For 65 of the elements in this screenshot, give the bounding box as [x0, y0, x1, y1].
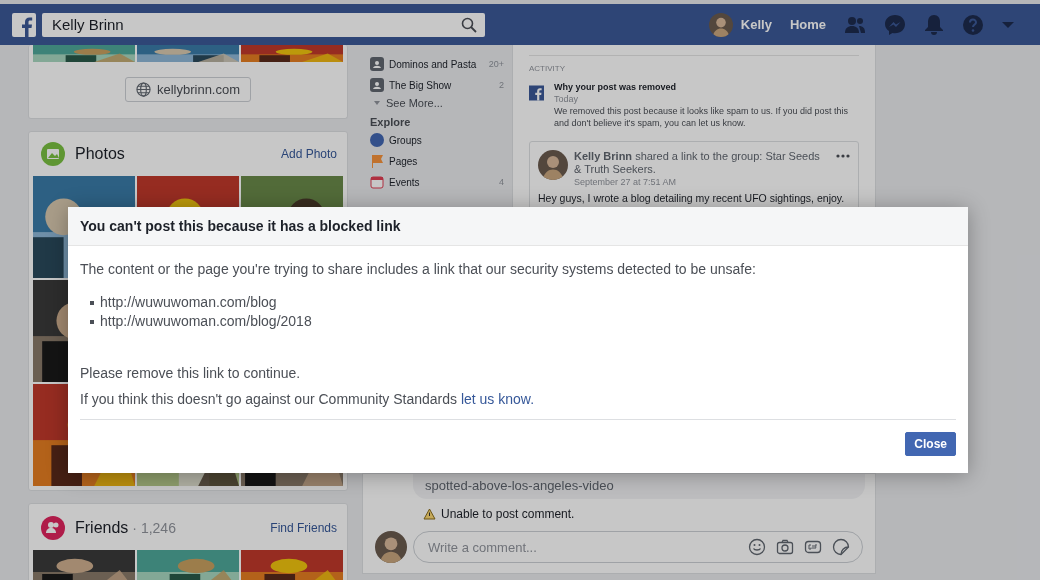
- explore-item[interactable]: Events 4: [370, 173, 504, 191]
- group-item[interactable]: Dominos and Pasta 20+: [370, 55, 504, 73]
- blocked-url: http://wuwuwoman.com/blog/2018: [100, 312, 312, 331]
- group-icon: [370, 57, 384, 71]
- post-header: Kelly Brinn shared a link to the group: Star Seeds & Truth Seekers.: [574, 150, 821, 176]
- dialog-title: You can't post this because it has a blocked link: [68, 207, 968, 246]
- friends-count: · 1,246: [132, 520, 176, 536]
- bullet-icon: [90, 319, 94, 324]
- section-title: Explore: [370, 116, 412, 128]
- item-label: The Big Show: [389, 79, 452, 91]
- sticker-icon[interactable]: [832, 538, 850, 556]
- item-label: Events: [389, 176, 420, 188]
- pages-icon: [370, 154, 384, 168]
- photos-icon: [41, 142, 65, 166]
- item-count: 2: [499, 80, 504, 90]
- user-name: Kelly: [740, 17, 772, 32]
- find-friends-link[interactable]: Find Friends: [270, 521, 337, 535]
- caret-icon: [374, 101, 380, 105]
- card-title: Friends: [75, 519, 129, 537]
- item-label: Pages: [389, 155, 418, 167]
- emoji-icon[interactable]: [748, 538, 766, 556]
- post-text: Hey guys, I wrote a blog detailing my recent UFO sightings, enjoy.: [538, 192, 846, 204]
- see-more-link[interactable]: See More...: [370, 97, 504, 109]
- profile-link[interactable]: Kelly: [708, 12, 772, 37]
- appeal-text: If you think this doesn't go against our Community Standards let us know.: [80, 391, 536, 407]
- avatar: [375, 531, 407, 563]
- groups-icon: [370, 133, 384, 147]
- group-item[interactable]: The Big Show 2: [370, 76, 504, 94]
- let-us-know-link[interactable]: let us know.: [460, 391, 535, 407]
- warning-icon: [423, 508, 436, 520]
- item-label: Dominos and Pasta: [389, 58, 477, 70]
- gif-icon[interactable]: [804, 538, 822, 556]
- section-title: ACTIVITY: [529, 55, 859, 73]
- search-field[interactable]: Kelly Brinn: [42, 12, 485, 37]
- close-button[interactable]: Close: [905, 432, 956, 456]
- avatar: [538, 150, 568, 180]
- item-count: 4: [499, 177, 504, 187]
- home-link[interactable]: Home: [789, 17, 826, 32]
- dialog-message: The content or the page you're trying to share includes a link that our security systems detected to be unsafe:: [80, 261, 757, 277]
- globe-icon: [135, 82, 151, 97]
- more-icon[interactable]: [836, 154, 850, 158]
- item-label: Groups: [389, 134, 422, 146]
- notice-text: We removed this post because it looks like spam to us. If you did post this and don't believe it's spam, you can let us know.: [554, 105, 849, 129]
- comment-input[interactable]: Write a comment...: [426, 538, 738, 556]
- notice-time: Today: [554, 93, 580, 105]
- post-time: September 27 at 7:51 AM: [574, 176, 678, 189]
- facebook-logo[interactable]: [12, 12, 36, 37]
- add-photo-link[interactable]: Add Photo: [280, 147, 337, 161]
- link-preview[interactable]: spotted-above-los-angeles-video: [413, 474, 865, 499]
- card-title: Photos: [75, 145, 125, 163]
- friends-icon: [41, 516, 65, 540]
- explore-item[interactable]: Groups: [370, 131, 504, 149]
- explore-item[interactable]: Pages: [370, 152, 504, 170]
- notice-title: Why your post was removed: [554, 81, 678, 93]
- remove-note: Please remove this link to continue.: [80, 365, 302, 381]
- error-text: Unable to post comment.: [441, 507, 575, 521]
- group-icon: [370, 78, 384, 92]
- bullet-icon: [90, 300, 94, 305]
- blocked-url: http://wuwuwoman.com/blog: [100, 293, 277, 312]
- website-link[interactable]: kellybrinn.com: [124, 77, 252, 102]
- camera-icon[interactable]: [776, 538, 794, 556]
- item-count: 20+: [488, 59, 504, 69]
- search-icon[interactable]: [461, 16, 477, 33]
- avatar: [708, 12, 733, 37]
- events-icon: [370, 175, 384, 189]
